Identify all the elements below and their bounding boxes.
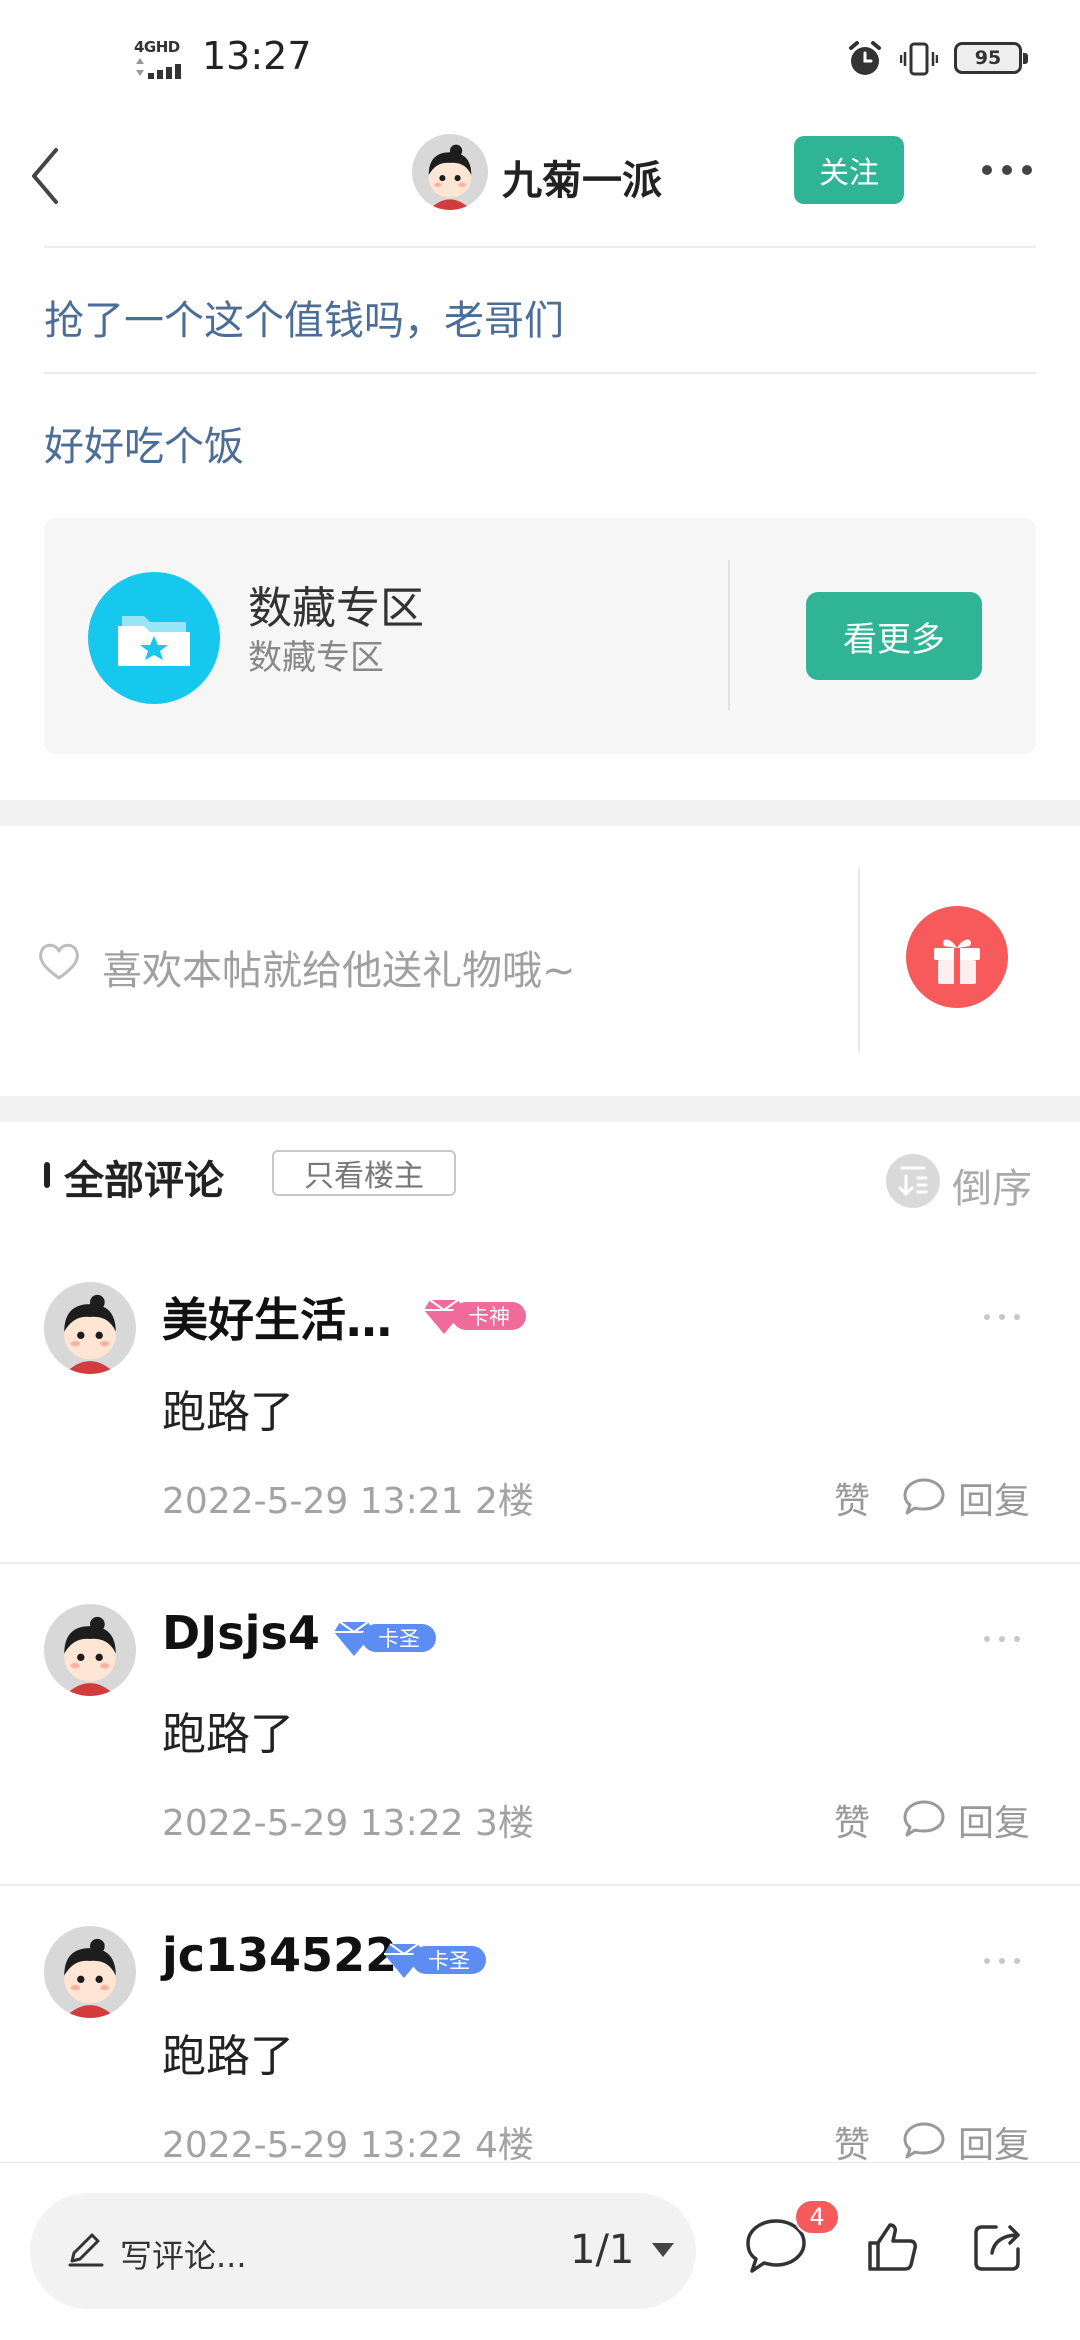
reply-bubble-icon[interactable] <box>902 1798 946 1838</box>
comment-count-badge: 4 <box>794 2199 840 2235</box>
divider <box>44 372 1036 374</box>
clock: 13:27 <box>202 34 312 78</box>
network-type: 4GHD <box>134 38 180 56</box>
network-indicator: 4GHD <box>134 38 190 79</box>
divider <box>0 1884 1080 1886</box>
data-arrows-icon <box>136 58 144 76</box>
section-gap <box>0 1096 1080 1122</box>
comment-meta: 2022-5-29 13:22 3楼 <box>162 1803 534 1844</box>
heart-outline-icon <box>39 943 79 980</box>
like-button[interactable]: 赞 <box>834 2116 870 2168</box>
more-options-icon[interactable] <box>980 162 1034 178</box>
topic-card[interactable]: 数藏专区 数藏专区 看更多 <box>44 518 1036 754</box>
divider <box>858 868 860 1052</box>
commenter-avatar[interactable] <box>44 1604 136 1696</box>
topic-folder-icon <box>88 572 220 704</box>
gift-icon <box>934 939 980 984</box>
comments-title: 全部评论 <box>64 1158 224 1204</box>
reply-button[interactable]: 回复 <box>958 1794 1030 1846</box>
reply-button[interactable]: 回复 <box>958 1472 1030 1524</box>
section-gap <box>0 800 1080 826</box>
comment-more-icon[interactable] <box>982 1956 1022 1966</box>
battery-indicator: 95 <box>954 42 1028 74</box>
like-button[interactable]: 赞 <box>834 1794 870 1846</box>
comment-item[interactable]: 美好生活… 卡神 跑路了 2022-5-29 13:21 2楼 赞 回复 <box>0 1246 1080 1568</box>
commenter-avatar[interactable] <box>44 1926 136 2018</box>
back-icon[interactable] <box>26 144 66 208</box>
status-bar: 4GHD 13:27 95 <box>0 0 1080 120</box>
signal-icon <box>148 60 184 79</box>
post-body: 好好吃个饭 <box>44 424 244 470</box>
see-more-button[interactable]: 看更多 <box>806 592 982 680</box>
post-title: 抢了一个这个值钱吗，老哥们 <box>44 298 564 344</box>
thumbs-up-icon[interactable] <box>864 2219 920 2275</box>
commenter-name[interactable]: 美好生活… <box>162 1284 392 1350</box>
cartoon-avatar-icon <box>44 1604 136 1696</box>
commenter-avatar[interactable] <box>44 1282 136 1374</box>
commenter-name[interactable]: DJsjs4 <box>162 1606 320 1660</box>
comment-more-icon[interactable] <box>982 1312 1022 1322</box>
comment-more-icon[interactable] <box>982 1634 1022 1644</box>
comment-content: 跑路了 <box>162 2031 294 2082</box>
divider <box>0 1562 1080 1564</box>
reply-bubble-icon[interactable] <box>902 1476 946 1516</box>
post-navbar: 九菊一派 关注 <box>0 120 1080 246</box>
caret-down-icon[interactable] <box>650 2241 676 2259</box>
comment-input[interactable]: 写评论... 1/1 <box>30 2193 696 2309</box>
comment-content: 跑路了 <box>162 1387 294 1438</box>
page-indicator[interactable]: 1/1 <box>570 2227 634 2273</box>
comment-item[interactable]: DJsjs4 卡圣 跑路了 2022-5-29 13:22 3楼 赞 回复 <box>0 1568 1080 1890</box>
share-icon[interactable] <box>970 2219 1026 2275</box>
comment-meta: 2022-5-29 13:21 2楼 <box>162 1481 534 1522</box>
section-marker <box>44 1162 50 1188</box>
reply-button[interactable]: 回复 <box>958 2116 1030 2168</box>
pencil-icon <box>68 2233 104 2267</box>
sort-icon[interactable] <box>886 1154 940 1208</box>
topic-subtitle: 数藏专区 <box>248 638 384 678</box>
alarm-icon <box>849 41 881 75</box>
topic-title: 数藏专区 <box>248 583 424 634</box>
comment-content: 跑路了 <box>162 1709 294 1760</box>
cartoon-avatar-icon <box>44 1282 136 1374</box>
cartoon-avatar-icon <box>412 134 488 210</box>
vibrate-icon <box>900 42 938 76</box>
badge-label: 卡神 <box>452 1302 526 1330</box>
sort-order-label[interactable]: 倒序 <box>952 1156 1032 1214</box>
commenter-name[interactable]: jc134522 <box>162 1928 397 1982</box>
badge-label: 卡圣 <box>412 1946 486 1974</box>
like-button[interactable]: 赞 <box>834 1472 870 1524</box>
only-op-button[interactable]: 只看楼主 <box>272 1150 456 1196</box>
reply-bubble-icon[interactable] <box>902 2120 946 2160</box>
follow-button[interactable]: 关注 <box>794 136 904 204</box>
gift-prompt: 喜欢本帖就给他送礼物哦~ <box>102 948 576 994</box>
author-avatar[interactable] <box>412 134 488 210</box>
bottom-action-bar: 写评论... 1/1 4 <box>0 2162 1080 2340</box>
send-gift-button[interactable] <box>906 906 1008 1008</box>
comment-placeholder: 写评论... <box>120 2237 247 2275</box>
divider <box>44 246 1036 248</box>
author-name[interactable]: 九菊一派 <box>502 148 662 206</box>
badge-label: 卡圣 <box>362 1624 436 1652</box>
comment-meta: 2022-5-29 13:22 4楼 <box>162 2125 534 2166</box>
cartoon-avatar-icon <box>44 1926 136 2018</box>
divider <box>728 560 730 710</box>
